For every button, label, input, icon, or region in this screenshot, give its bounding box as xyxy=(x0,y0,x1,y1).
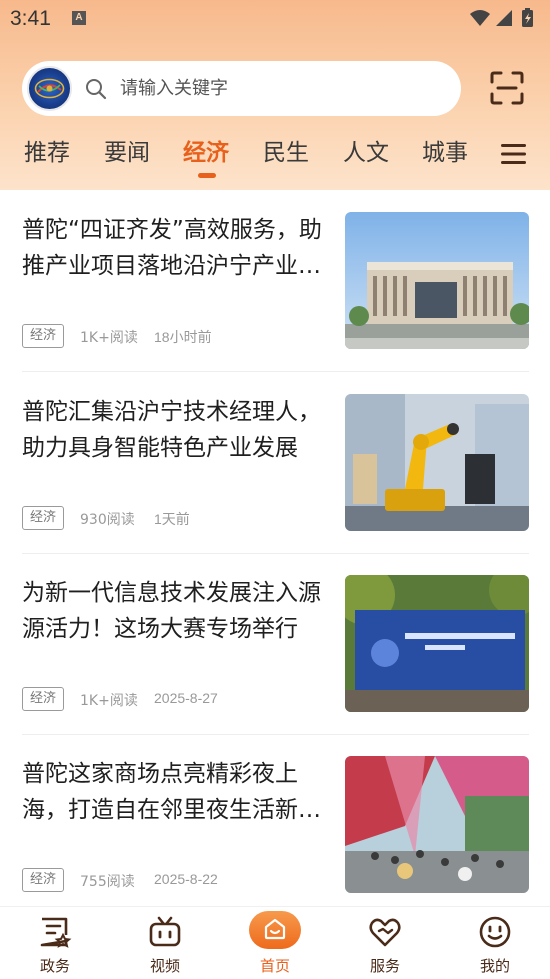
home-icon xyxy=(264,918,286,940)
nav-label: 政务 xyxy=(39,957,70,975)
app-logo[interactable] xyxy=(27,66,72,111)
category-tag: 经济 xyxy=(22,506,64,530)
news-thumbnail[interactable] xyxy=(345,575,529,712)
system-status-icons xyxy=(470,8,533,27)
tab-economy[interactable]: 经济 xyxy=(183,138,229,168)
wifi-icon xyxy=(470,10,490,26)
active-tab-indicator xyxy=(198,173,216,178)
publish-time: 1天前 xyxy=(154,511,190,527)
news-item[interactable]: 普陀“四证齐发”高效服务，助推产业项目落地沿沪宁产业创新带 经济 1K+阅读 1… xyxy=(0,190,550,371)
heart-service-icon xyxy=(369,918,401,947)
read-count: 755阅读 xyxy=(80,874,135,890)
news-item[interactable]: 普陀这家商场点亮精彩夜上海，打造自在邻里夜生活新场景 经济 755阅读 2025… xyxy=(0,734,550,906)
news-title[interactable]: 普陀汇集沿沪宁技术经理人，助力具身智能特色产业发展 xyxy=(22,394,326,466)
news-item[interactable]: 为新一代信息技术发展注入源源活力！这场大赛专场举行 经济 1K+阅读 2025-… xyxy=(0,553,550,734)
nav-video[interactable]: 视频 xyxy=(125,907,205,979)
news-title[interactable]: 为新一代信息技术发展注入源源活力！这场大赛专场举行 xyxy=(22,575,326,647)
category-tag: 经济 xyxy=(22,324,64,348)
nav-service[interactable]: 服务 xyxy=(345,907,425,979)
news-item[interactable]: 普陀汇集沿沪宁技术经理人，助力具身智能特色产业发展 经济 930阅读 1天前 xyxy=(0,372,550,553)
nav-label: 服务 xyxy=(369,957,400,975)
news-title[interactable]: 普陀这家商场点亮精彩夜上海，打造自在邻里夜生活新场景 xyxy=(22,756,326,828)
nav-label: 我的 xyxy=(479,957,510,975)
nav-label: 视频 xyxy=(149,957,180,975)
status-time: 3:41 xyxy=(10,7,51,30)
news-title[interactable]: 普陀“四证齐发”高效服务，助推产业项目落地沿沪宁产业创新带 xyxy=(22,212,326,284)
gov-doc-icon xyxy=(40,917,72,948)
tab-recommend[interactable]: 推荐 xyxy=(24,138,70,168)
status-bar: 3:41 A xyxy=(0,0,550,36)
news-thumbnail[interactable] xyxy=(345,212,529,349)
news-thumbnail[interactable] xyxy=(345,756,529,893)
tab-city[interactable]: 城事 xyxy=(422,138,468,168)
nav-home[interactable]: 首页 xyxy=(235,907,315,979)
scan-icon[interactable] xyxy=(489,70,525,106)
category-tabs: 推荐 要闻 经济 民生 人文 城事 xyxy=(0,130,550,180)
search-icon xyxy=(86,79,107,100)
news-feed[interactable]: 普陀“四证齐发”高效服务，助推产业项目落地沿沪宁产业创新带 经济 1K+阅读 1… xyxy=(0,190,550,906)
smiley-icon xyxy=(479,916,511,948)
read-count: 1K+阅读 xyxy=(80,330,138,346)
nav-mine[interactable]: 我的 xyxy=(455,907,535,979)
logo-emblem-icon xyxy=(34,78,65,99)
tab-livelihood[interactable]: 民生 xyxy=(263,138,309,168)
tv-icon xyxy=(149,916,181,947)
nav-gov[interactable]: 政务 xyxy=(15,907,95,979)
publish-time: 2025-8-22 xyxy=(154,871,218,887)
news-thumbnail[interactable] xyxy=(345,394,529,531)
category-tag: 经济 xyxy=(22,687,64,711)
notification-icon: A xyxy=(72,11,86,25)
publish-time: 2025-8-27 xyxy=(154,690,218,706)
publish-time: 18小时前 xyxy=(154,329,212,345)
nav-label: 首页 xyxy=(259,957,290,975)
menu-icon[interactable] xyxy=(501,142,526,166)
bottom-navigation: 政务 视频 首页 服务 我的 xyxy=(0,906,550,979)
search-bar[interactable]: 请输入关键字 xyxy=(22,61,461,116)
tab-headlines[interactable]: 要闻 xyxy=(104,138,150,168)
search-input[interactable]: 请输入关键字 xyxy=(120,78,228,100)
tab-culture[interactable]: 人文 xyxy=(343,138,389,168)
signal-icon xyxy=(496,10,512,26)
read-count: 930阅读 xyxy=(80,512,135,528)
read-count: 1K+阅读 xyxy=(80,693,138,709)
category-tag: 经济 xyxy=(22,868,64,892)
